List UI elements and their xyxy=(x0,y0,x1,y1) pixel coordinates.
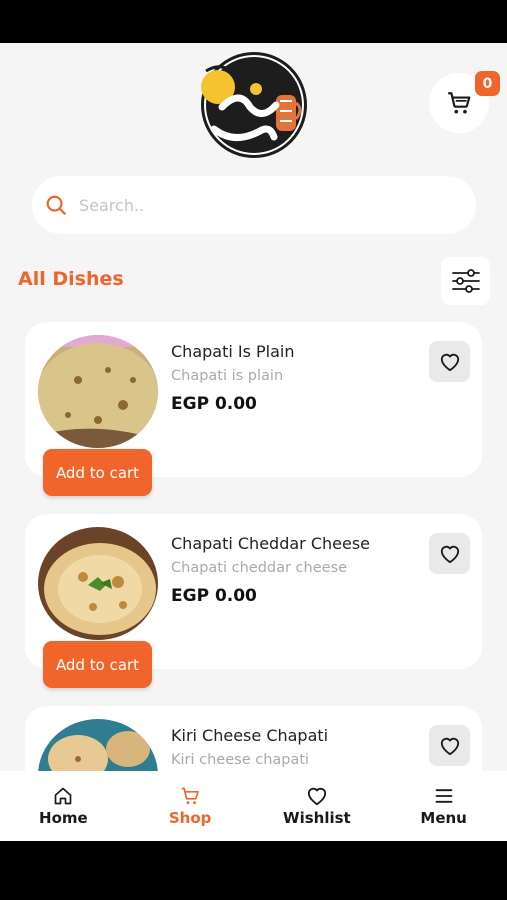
search-input[interactable] xyxy=(77,194,441,216)
dish-card[interactable]: Chapati Cheddar Cheese Chapati cheddar c… xyxy=(25,514,482,688)
dish-description: Chapati is plain xyxy=(171,368,284,384)
nav-item-shop[interactable]: Shop xyxy=(127,771,254,841)
app-screen: 0 All Dishes Chapati Is Pl xyxy=(0,43,507,841)
nav-label: Menu xyxy=(420,809,467,827)
wishlist-toggle-button[interactable] xyxy=(429,341,470,382)
dish-card[interactable]: Chapati Is Plain Chapati is plain EGP 0.… xyxy=(25,322,482,496)
nav-item-home[interactable]: Home xyxy=(0,771,127,841)
heart-icon xyxy=(440,353,459,371)
dish-name: Chapati Is Plain xyxy=(171,342,295,361)
menu-icon xyxy=(434,785,454,807)
add-to-cart-button[interactable]: Add to cart xyxy=(43,641,152,688)
nav-item-wishlist[interactable]: Wishlist xyxy=(254,771,381,841)
cart-icon xyxy=(180,785,200,807)
heart-icon xyxy=(440,545,459,563)
heart-icon xyxy=(440,737,459,755)
nav-label: Wishlist xyxy=(283,809,351,827)
cart-icon xyxy=(448,92,471,114)
nav-item-menu[interactable]: Menu xyxy=(380,771,507,841)
wishlist-toggle-button[interactable] xyxy=(429,725,470,766)
filter-sliders-icon xyxy=(451,269,480,293)
nav-label: Home xyxy=(39,809,88,827)
add-to-cart-button[interactable]: Add to cart xyxy=(43,449,152,496)
search-bar[interactable] xyxy=(32,176,476,234)
dish-name: Chapati Cheddar Cheese xyxy=(171,534,370,553)
heart-icon xyxy=(306,785,328,807)
brand-logo xyxy=(192,49,316,161)
home-icon xyxy=(53,785,73,807)
dish-price: EGP 0.00 xyxy=(171,586,257,606)
filter-button[interactable] xyxy=(441,257,490,305)
bottom-navigation: Home Shop Wishlist Menu xyxy=(0,771,507,841)
dish-description: Kiri cheese chapati xyxy=(171,752,310,768)
dish-image xyxy=(38,335,158,448)
wishlist-toggle-button[interactable] xyxy=(429,533,470,574)
dish-description: Chapati cheddar cheese xyxy=(171,560,348,576)
dish-image xyxy=(38,527,158,640)
dish-name: Kiri Cheese Chapati xyxy=(171,726,329,745)
search-icon xyxy=(44,193,68,217)
cart-count-badge: 0 xyxy=(475,71,500,96)
section-title: All Dishes xyxy=(18,268,124,290)
nav-label: Shop xyxy=(168,809,212,827)
dish-price: EGP 0.00 xyxy=(171,394,257,414)
